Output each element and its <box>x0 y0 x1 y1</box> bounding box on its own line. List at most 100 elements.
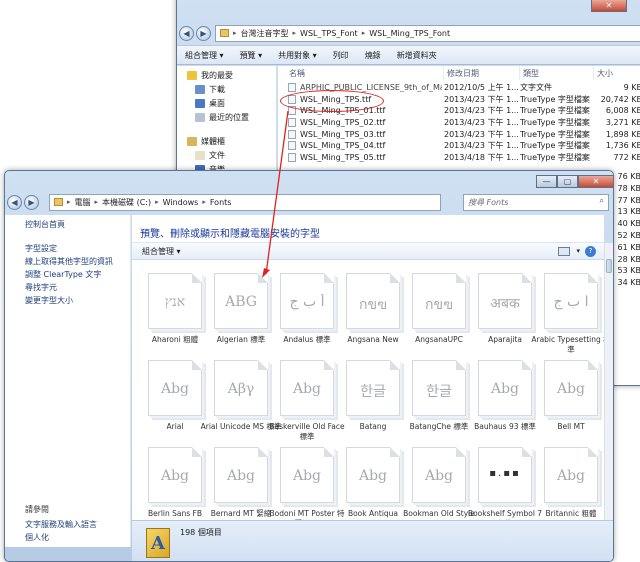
file-type: TrueType 字型檔案 <box>520 94 590 104</box>
font-name-label: Arabic Typesetting 標準 <box>531 335 604 354</box>
back-icon[interactable]: ◀ <box>7 194 22 210</box>
nav-favorites[interactable]: 我的最愛 <box>187 70 233 81</box>
close-button[interactable]: ✕ <box>578 175 613 188</box>
burn-button[interactable]: 燒錄 <box>365 50 381 61</box>
nav-downloads[interactable]: 下載 <box>195 84 225 95</box>
address-bar[interactable]: ▸ 台灣注音字型 ▸ WSL_TPS_Font ▸ WSL_Ming_TPS_Font <box>215 24 640 42</box>
column-size[interactable]: 大小 <box>594 66 640 80</box>
forward-icon[interactable]: ▶ <box>24 194 39 210</box>
scrollbar-thumb[interactable] <box>606 259 612 273</box>
search-input[interactable]: 搜尋 Fonts ⌕ <box>463 193 609 211</box>
new-folder-button[interactable]: 新增資料夾 <box>397 50 437 61</box>
file-size: 772 KB <box>613 152 640 162</box>
maximize-button[interactable]: ▢ <box>557 175 578 188</box>
file-row[interactable]: WSL_Ming_TPS_03.ttf 2013/4/23 下午 1... True… <box>278 128 640 140</box>
fonts-folder-icon <box>54 198 63 206</box>
link-personalization[interactable]: 個人化 <box>25 532 49 543</box>
column-type[interactable]: 類型 <box>520 66 594 80</box>
share-menu[interactable]: 共用對象 ▾ <box>278 50 317 61</box>
font-name-label: Britannic 粗體 <box>545 509 597 518</box>
font-glyph-sample: 한글 <box>426 384 452 400</box>
forward-icon[interactable]: ▶ <box>196 25 211 41</box>
documents-icon <box>195 151 205 160</box>
close-button-back[interactable]: ✕ <box>591 0 627 12</box>
preview-menu[interactable]: 預覽 ▾ <box>240 50 263 61</box>
link-change-font-size[interactable]: 變更字型大小 <box>25 295 73 306</box>
file-name: WSL_Ming_TPS_04.ttf <box>300 141 386 151</box>
view-options-icon[interactable] <box>558 246 570 256</box>
search-icon[interactable]: ⌕ <box>600 196 604 206</box>
window-controls-front: — ▢ ✕ <box>536 175 613 188</box>
font-preview-icon: ا ب ج <box>544 273 598 329</box>
minimize-button[interactable]: — <box>536 175 557 188</box>
download-folder-icon <box>195 85 205 94</box>
link-get-font-info-online[interactable]: 線上取得其他字型的資訊 <box>25 256 113 267</box>
file-type: TrueType 字型檔案 <box>520 129 590 139</box>
link-control-panel-home[interactable]: 控制台首頁 <box>25 219 65 230</box>
file-row[interactable]: WSL_Ming_TPS_02.ttf 2013/4/23 下午 1... True… <box>278 117 640 129</box>
desktop-icon <box>195 99 205 108</box>
nav-desktop[interactable]: 桌面 <box>195 98 225 109</box>
breadcrumb-2[interactable]: WSL_Ming_TPS_Font <box>369 29 450 38</box>
file-size-partial: 52 KB <box>617 231 640 240</box>
font-preview-icon: กขฃ <box>346 273 400 329</box>
link-adjust-cleartype[interactable]: 調整 ClearType 文字 <box>25 269 101 280</box>
font-preview-icon: Abg <box>544 360 598 416</box>
file-size: 1,736 KB <box>605 141 640 151</box>
status-bar: A 198 個項目 <box>132 520 613 561</box>
font-preview-icon: Abg <box>148 447 202 503</box>
highlight-circle <box>280 90 384 112</box>
text-file-icon <box>288 83 296 93</box>
column-date[interactable]: 修改日期 <box>444 66 520 80</box>
font-file-icon <box>288 141 296 151</box>
font-glyph-sample: Abg <box>160 468 190 484</box>
link-find-character[interactable]: 尋找字元 <box>25 282 57 293</box>
breadcrumb-1[interactable]: WSL_TPS_Font <box>300 29 358 38</box>
breadcrumb-fonts[interactable]: Fonts <box>210 198 232 207</box>
file-row[interactable]: WSL_Ming_TPS_05.ttf 2013/4/18 下午 1... True… <box>278 152 640 164</box>
file-name: WSL_Ming_TPS_02.ttf <box>300 118 386 128</box>
font-file-icon <box>288 152 296 162</box>
address-row: ◀ ▶ ▸ 台灣注音字型 ▸ WSL_TPS_Font ▸ WSL_Ming_TPS_… <box>177 20 640 46</box>
file-size-partial: 40 KB <box>617 219 640 229</box>
file-size-partial: 76 KB <box>617 172 640 181</box>
breadcrumb-0[interactable]: 台灣注音字型 <box>241 28 289 39</box>
view-dropdown-icon[interactable]: ▾ <box>576 247 580 255</box>
file-date: 2012/10/5 上午 1... <box>444 83 519 93</box>
breadcrumb-windows[interactable]: Windows <box>163 198 199 207</box>
link-text-services[interactable]: 文字服務及輸入語言 <box>25 519 97 530</box>
organize-menu-front[interactable]: 組合管理 ▾ <box>142 246 181 257</box>
file-date: 2013/4/23 下午 1... <box>444 106 519 116</box>
help-icon[interactable]: ? <box>585 245 596 257</box>
font-file-icon <box>288 118 296 128</box>
font-preview-icon: Αβγ <box>214 360 268 416</box>
font-glyph-sample: Abg <box>160 381 190 397</box>
address-row-front: ◀ ▶ ▸ 電腦 ▸ 本機磁碟 (C:) ▸ Windows ▸ Fonts 搜尋 Fo… <box>5 189 613 215</box>
font-glyph-sample: Abg <box>358 468 388 484</box>
breadcrumb-local-disk[interactable]: 本機磁碟 (C:) <box>102 197 151 208</box>
star-icon <box>187 71 197 80</box>
link-font-settings[interactable]: 字型設定 <box>25 243 57 254</box>
font-preview-icon: ABG <box>214 273 268 329</box>
file-row[interactable]: WSL_Ming_TPS_04.ttf 2013/4/23 下午 1... True… <box>278 140 640 152</box>
font-preview-icon: Abg <box>280 360 334 416</box>
page-title: 預覽、刪除或顯示和隱藏電腦安裝的字型 <box>140 229 320 240</box>
print-button[interactable]: 列印 <box>333 50 349 61</box>
font-name-label: Bell MT <box>557 422 585 431</box>
nav-recent[interactable]: 最近的位置 <box>195 112 249 123</box>
font-glyph-sample: Abg <box>226 468 256 484</box>
back-icon[interactable]: ◀ <box>179 25 194 41</box>
font-glyph-sample: ABG <box>225 294 257 310</box>
font-glyph-sample: กขฃ <box>359 297 387 313</box>
address-bar-front[interactable]: ▸ 電腦 ▸ 本機磁碟 (C:) ▸ Windows ▸ Fonts <box>49 193 441 211</box>
column-name[interactable]: 名稱 <box>286 66 444 80</box>
organize-menu[interactable]: 組合管理 ▾ <box>185 50 224 61</box>
nav-documents[interactable]: 文件 <box>195 150 225 161</box>
breadcrumb-computer[interactable]: 電腦 <box>75 197 91 208</box>
vertical-scrollbar[interactable] <box>604 243 613 520</box>
nav-libraries[interactable]: 媒體櫃 <box>187 136 225 147</box>
file-size-partial: 78 KB <box>617 183 640 193</box>
file-size-partial: 28 KB <box>617 254 640 264</box>
file-date: 2013/4/23 下午 1... <box>444 129 519 139</box>
file-size-partial: 53 KB <box>617 266 640 276</box>
